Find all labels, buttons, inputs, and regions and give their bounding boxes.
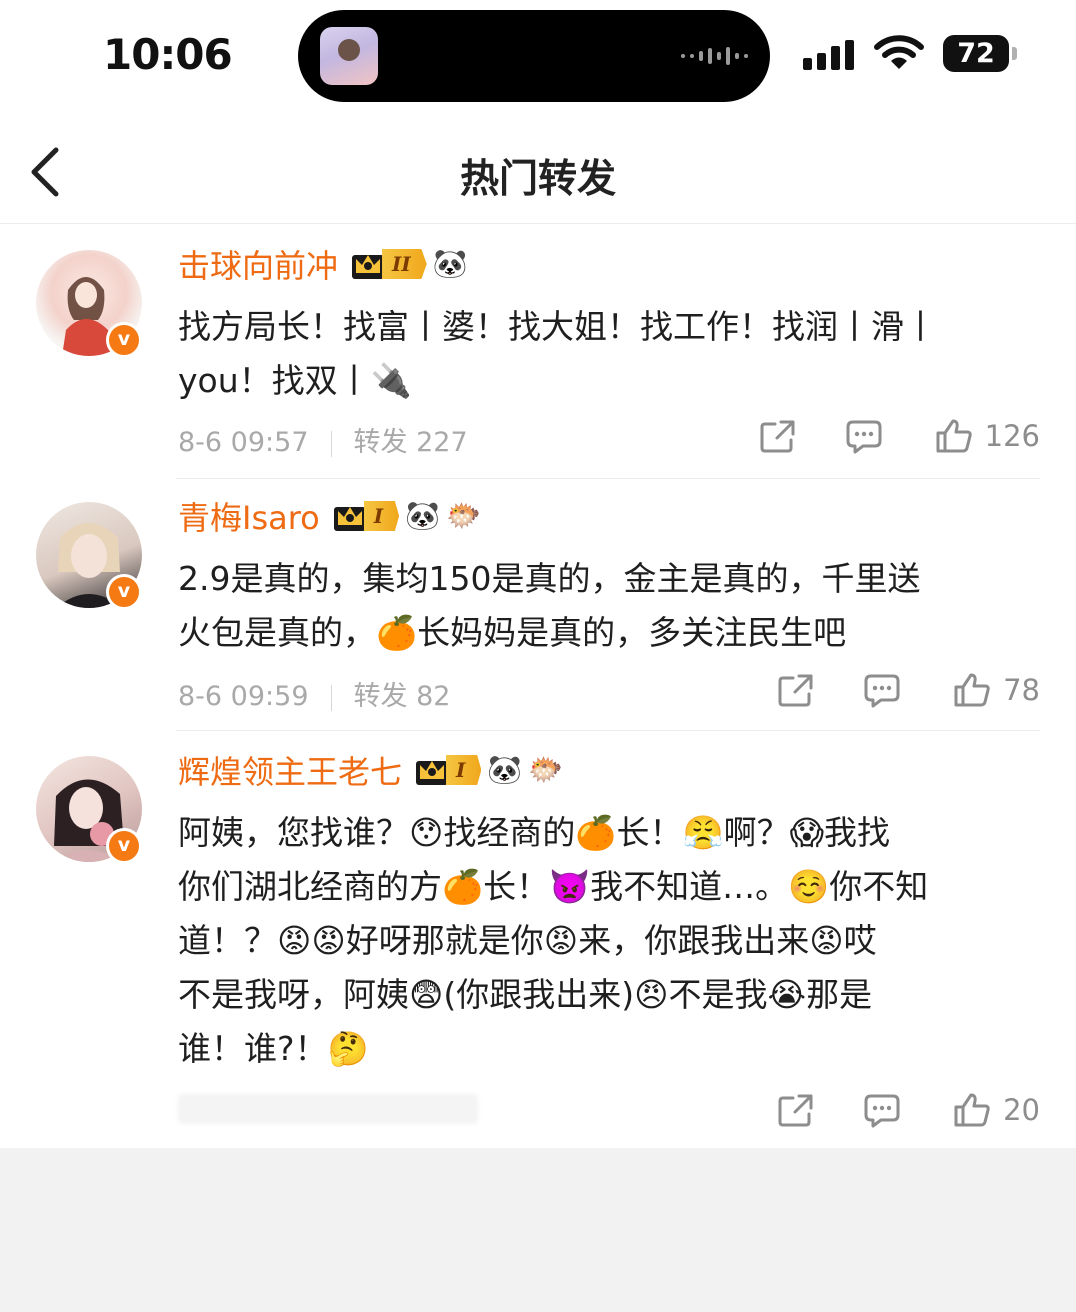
repost-text: 阿姨，您找谁？😯找经商的🍊长！😤啊？😱我找 你们湖北经商的方🍊长！👿我不知道…。… xyxy=(178,806,1044,1076)
meta-separator xyxy=(330,430,332,457)
like-button[interactable]: 20 xyxy=(953,1092,1040,1128)
pufferfish-badge-icon: 🐡 xyxy=(528,753,564,786)
comment-button[interactable] xyxy=(845,418,883,454)
repost-item: v 击球向前冲 II 🐼 找方局长！找富丨婆！找大姐！找工作！找润丨滑丨 you… xyxy=(0,232,1076,480)
comment-icon xyxy=(846,420,882,454)
like-button[interactable]: 78 xyxy=(953,672,1040,708)
battery-level: 72 xyxy=(957,38,995,69)
action-bar: 78 xyxy=(777,672,1040,708)
comment-icon xyxy=(864,1094,900,1128)
name-row: 击球向前冲 II 🐼 xyxy=(178,242,468,286)
divider xyxy=(176,478,1040,479)
like-button[interactable]: 126 xyxy=(935,418,1040,454)
action-bar: 20 xyxy=(777,1092,1040,1128)
repost-text-line: 2.9是真的，集均150是真的，金主是真的，千里送 xyxy=(178,559,921,598)
repost-text-line: 道！？😡😡好呀那就是你😡来，你跟我出来😡哎 xyxy=(178,921,877,960)
blurred-meta xyxy=(178,1094,478,1124)
share-button[interactable] xyxy=(777,672,815,708)
now-playing-thumbnail xyxy=(320,27,378,85)
comment-button[interactable] xyxy=(863,1092,901,1128)
comment-button[interactable] xyxy=(863,672,901,708)
action-bar: 126 xyxy=(759,418,1040,454)
status-time: 10:06 xyxy=(103,30,233,79)
pufferfish-badge-icon: 🐡 xyxy=(446,499,481,532)
member-level-badge[interactable]: I xyxy=(414,753,482,787)
dynamic-island[interactable] xyxy=(298,10,770,102)
repost-text-line: 火包是真的，🍊长妈妈是真的，多关注民生吧 xyxy=(178,613,847,652)
repost-text-line: 谁！谁?！🤔 xyxy=(178,1029,369,1068)
member-level-badge[interactable]: I xyxy=(332,499,400,533)
verified-badge-icon: v xyxy=(106,574,142,610)
verified-badge-icon: v xyxy=(106,322,142,358)
share-button[interactable] xyxy=(777,1092,815,1128)
repost-text-line: 找方局长！找富丨婆！找大姐！找工作！找润丨滑丨 xyxy=(178,307,937,346)
panda-badge-icon: 🐼 xyxy=(432,247,468,280)
panda-badge-icon: 🐼 xyxy=(487,753,523,786)
share-icon xyxy=(778,1094,813,1127)
rank-label: I xyxy=(363,501,400,531)
screen: 10:06 72 热门转发 v 击球向前冲 II 🐼 找方局长！找富丨婆！找大姐… xyxy=(0,0,1076,1312)
post-date: 8-6 09:59 xyxy=(178,681,309,712)
like-count: 20 xyxy=(1003,1093,1040,1127)
repost-item: v 辉煌领主王老七 I 🐼 🐡 阿姨，您找谁？😯找经商的🍊长！😤啊？😱我找 你们… xyxy=(0,734,1076,1144)
status-bar: 10:06 72 xyxy=(0,0,1076,108)
repost-count: 转发 227 xyxy=(353,427,468,458)
username[interactable]: 击球向前冲 xyxy=(178,241,338,287)
repost-count: 转发 82 xyxy=(353,681,451,712)
cellular-signal-icon xyxy=(803,36,854,70)
like-count: 78 xyxy=(1003,673,1040,707)
like-count: 126 xyxy=(984,419,1040,453)
repost-item: v 青梅Isaro I 🐼 🐡 2.9是真的，集均150是真的，金主是真的，千里… xyxy=(0,482,1076,732)
verified-badge-icon: v xyxy=(106,828,142,864)
repost-text-line: 阿姨，您找谁？😯找经商的🍊长！😤啊？😱我找 xyxy=(178,813,890,852)
rank-label: I xyxy=(446,755,482,785)
username[interactable]: 青梅Isaro xyxy=(178,493,320,539)
divider xyxy=(176,730,1040,731)
repost-text: 找方局长！找富丨婆！找大姐！找工作！找润丨滑丨 you！找双丨🔌 xyxy=(178,300,1044,408)
repost-text-line: you！找双丨🔌 xyxy=(178,361,412,400)
audio-wave-icon xyxy=(681,46,748,66)
thumbs-up-icon xyxy=(954,1093,990,1127)
repost-meta: 8-6 09:59 转发 82 xyxy=(178,674,450,713)
share-icon xyxy=(760,420,795,453)
meta-separator xyxy=(330,684,332,711)
nav-bar: 热门转发 xyxy=(0,118,1076,224)
share-icon xyxy=(778,674,813,707)
comment-icon xyxy=(864,674,900,708)
crown-icon xyxy=(416,761,449,785)
rank-label: II xyxy=(382,249,427,279)
repost-text-line: 不是我呀，阿姨😨(你跟我出来)😠不是我😭那是 xyxy=(178,975,873,1014)
crown-icon xyxy=(333,507,366,531)
repost-text-line: 你们湖北经商的方🍊长！👿我不知道…。☺️你不知 xyxy=(178,867,929,906)
name-row: 辉煌领主王老七 I 🐼 🐡 xyxy=(178,748,563,792)
wifi-icon xyxy=(874,35,924,69)
repost-meta: 8-6 09:57 转发 227 xyxy=(178,420,468,459)
member-level-badge[interactable]: II xyxy=(350,247,427,281)
crown-icon xyxy=(352,255,385,279)
share-button[interactable] xyxy=(759,418,797,454)
page-title: 热门转发 xyxy=(459,157,616,202)
thumbs-up-icon xyxy=(954,673,990,707)
name-row: 青梅Isaro I 🐼 🐡 xyxy=(178,494,481,538)
thumbs-up-icon xyxy=(936,419,972,453)
repost-text: 2.9是真的，集均150是真的，金主是真的，千里送 火包是真的，🍊长妈妈是真的，… xyxy=(178,552,1044,660)
battery-icon: 72 xyxy=(943,35,1017,72)
username[interactable]: 辉煌领主王老七 xyxy=(178,747,402,793)
post-date: 8-6 09:57 xyxy=(178,427,309,458)
panda-badge-icon: 🐼 xyxy=(405,499,440,532)
